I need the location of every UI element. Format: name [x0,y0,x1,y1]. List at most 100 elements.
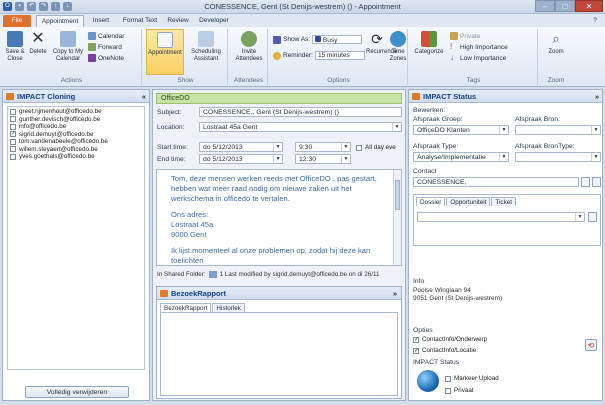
list-item[interactable]: sigrid.demuyt@officedo.be [10,130,142,139]
all-day-checkbox[interactable]: All day eve [356,144,396,152]
dossier-select[interactable]: ▼ [417,212,585,222]
delete-button[interactable]: ✕ Delete [27,31,49,56]
chevron-down-icon[interactable]: ▼ [392,123,401,131]
tab-bezoekrapport[interactable]: BezoekRapport [160,303,212,312]
minimize-icon[interactable]: – [535,0,555,12]
scheduling-assistant-button[interactable]: Scheduling Assistant [186,31,226,63]
tab-ticket[interactable]: Ticket [491,197,516,206]
list-item[interactable]: gunther.devisch@officedo.be [10,116,142,124]
end-time-input[interactable]: 12:30 ▼ [295,154,351,164]
high-importance-button[interactable]: ! High Importance [450,43,508,51]
tab-developer[interactable]: Developer [196,15,232,27]
option-locatie[interactable]: ContactInfo/Locatie [413,347,476,355]
checkbox[interactable] [10,153,16,160]
tab-format-text[interactable]: Format Text [118,15,162,27]
option-onderwerp[interactable]: ContactInfo/Onderwerp [413,336,487,344]
recurrence-button[interactable]: ⟳ Recurrence [366,31,397,56]
calendar-icon [88,32,96,40]
contact-lookup-icon[interactable] [581,177,590,187]
checkbox[interactable] [10,123,16,130]
afspraak-bron-select[interactable]: ▼ [515,125,601,135]
time-zones-button[interactable]: Time Zones [388,31,408,63]
checkbox[interactable] [413,347,419,354]
chevron-down-icon[interactable]: ▼ [341,143,350,151]
list-item[interactable]: greet.rijmenhout@officedo.be [10,108,142,116]
checkbox[interactable] [413,336,419,343]
chevron-down-icon[interactable]: ▼ [591,126,600,134]
delete-all-button[interactable]: Volledig verwijderen [25,386,129,398]
forward-button[interactable]: Forward [88,43,122,51]
list-item[interactable]: yves.goethals@officedo.be [10,153,142,161]
afspraak-type-select[interactable]: Analyse/Implementatie ▼ [413,152,509,162]
appointment-view-button[interactable]: Appointment [146,29,184,75]
tab-opportuniteit[interactable]: Opportuniteit [446,197,491,206]
chevron-down-icon[interactable]: ▼ [499,153,508,161]
chevron-down-icon[interactable]: ▼ [273,155,282,163]
copy-to-calendar-button[interactable]: Copy to My Calendar [50,31,86,63]
tab-appointment[interactable]: Appointment [36,15,84,27]
start-time-input[interactable]: 9:30 ▼ [295,142,351,152]
refresh-icon[interactable]: ⟲ [585,339,597,351]
tab-insert[interactable]: Insert [86,15,116,27]
collapse-icon[interactable]: « [142,90,146,103]
tab-review[interactable]: Review [164,15,192,27]
close-icon[interactable]: ✕ [575,0,603,12]
message-body[interactable]: Tom, deze mensen werken reeds met Office… [156,169,402,266]
private-button[interactable]: Private [450,32,480,40]
help-icon[interactable]: ? [588,15,602,27]
dossier-open-icon[interactable] [588,212,597,222]
folder-icon [208,271,217,278]
checkbox[interactable] [10,116,16,123]
tab-historiek[interactable]: Historiek [212,303,245,312]
scroll-thumb[interactable] [395,180,400,210]
list-item[interactable]: tom.vandenabeele@officedo.be [10,138,142,146]
contact-open-icon[interactable] [592,177,601,187]
checkbox[interactable] [10,130,16,138]
tab-file[interactable]: File [3,15,31,27]
invite-attendees-button[interactable]: Invite Attendees [231,31,267,63]
checkbox[interactable] [445,375,451,382]
categorize-button[interactable]: Categorize [412,31,446,56]
maximize-icon[interactable]: □ [555,0,575,12]
scrollbar[interactable] [393,170,401,265]
show-as-select[interactable]: Busy [312,35,363,44]
list-item[interactable]: info@officedo.be [10,123,142,131]
checkbox[interactable] [445,387,451,394]
onenote-button[interactable]: OneNote [88,54,124,62]
checkbox[interactable] [356,144,362,151]
list-item[interactable]: willem.steyaert@officedo.be [10,146,142,154]
group-label: Tags [466,77,481,84]
privaat-checkbox[interactable]: Privaat [445,387,474,395]
start-date-input[interactable]: do 5/12/2013 ▼ [199,142,283,152]
markeer-upload-checkbox[interactable]: Markeer Upload [445,375,499,383]
location-input[interactable]: Lostraat 45a Gent ▼ [199,122,402,132]
low-importance-button[interactable]: ↓ Low Importance [450,54,506,62]
afspraak-brontype-select[interactable]: ▼ [515,152,601,162]
chevron-down-icon[interactable]: ▼ [273,143,282,151]
attendees-icon [241,31,257,47]
reminder-select[interactable]: 15 minutes [314,51,365,60]
afspraak-groep-select[interactable]: OfficeDO Klanten ▼ [413,125,509,135]
tab-dossier[interactable]: Dossier [416,197,446,206]
checkbox[interactable] [10,138,16,145]
collapse-icon[interactable]: » [393,287,397,300]
categorize-icon [421,31,437,47]
subject-input[interactable]: CONESSENCE,, Gent (St Denijs-westrem) () [199,107,402,117]
calendar-button[interactable]: Calendar [88,32,124,40]
afspraak-brontype-label: Afspraak BronType: [515,143,575,150]
chevron-down-icon[interactable]: ▼ [575,213,584,221]
chevron-down-icon[interactable]: ▼ [591,153,600,161]
busy-color-icon [315,36,322,42]
calendar-copy-icon [60,31,76,47]
collapse-icon[interactable]: » [595,90,599,103]
chevron-down-icon[interactable]: ▼ [341,155,350,163]
group-options: Show As: Busy Reminder: 15 minutes ⟳ Rec… [270,29,408,85]
zoom-button[interactable]: ⌕ Zoom [542,31,570,56]
start-time-label: Start time: [157,144,188,151]
chevron-down-icon[interactable]: ▼ [499,126,508,134]
checkbox[interactable] [10,146,16,153]
save-close-button[interactable]: Save & Close [4,31,26,63]
contact-input[interactable]: CONESSENCE, [413,177,579,187]
checkbox[interactable] [10,108,16,115]
end-date-input[interactable]: do 5/12/2013 ▼ [199,154,283,164]
